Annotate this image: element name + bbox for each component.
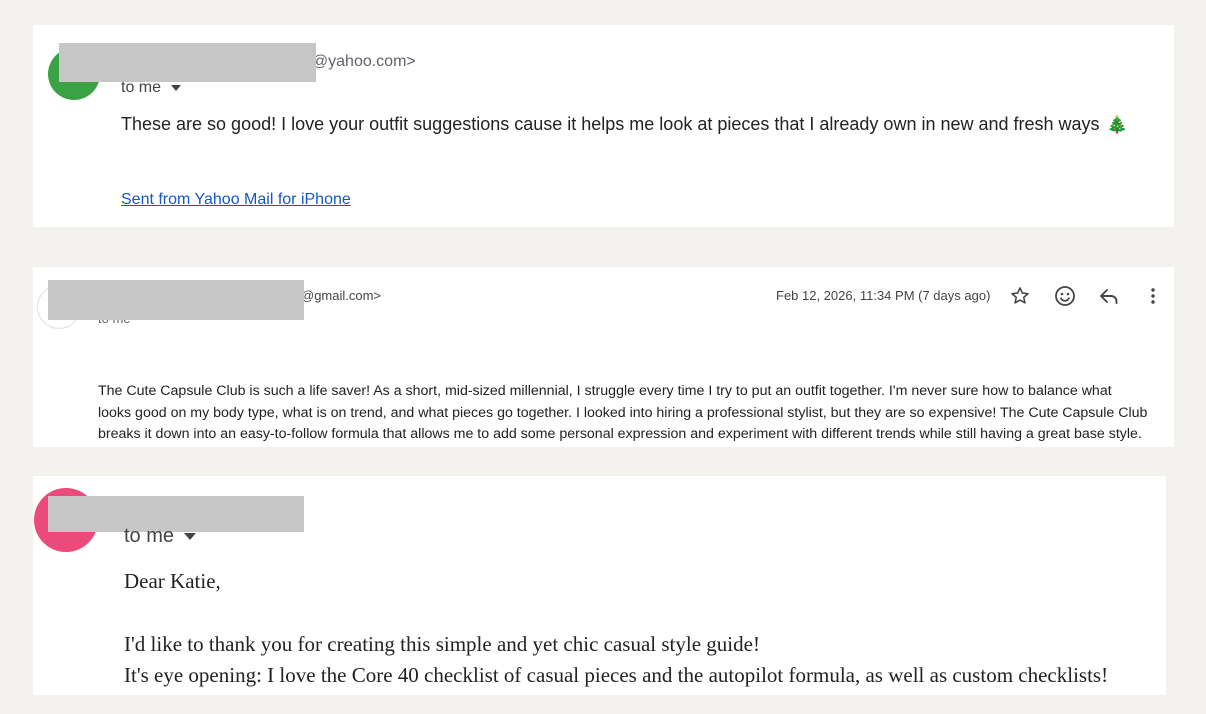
christmas-tree-icon: 🎄	[1106, 115, 1128, 134]
redacted-sender-name	[59, 43, 316, 82]
email-body-line: I'd like to thank you for creating this …	[124, 632, 760, 656]
recipient-dropdown[interactable]: to me	[124, 525, 197, 548]
more-options-button[interactable]	[1141, 282, 1165, 310]
chevron-down-icon	[184, 533, 197, 541]
reply-button[interactable]	[1095, 282, 1123, 310]
email-body-text: These are so good! I love your outfit su…	[121, 114, 1100, 134]
email-body-line: It's eye opening: I love the Core 40 che…	[124, 663, 1109, 687]
recipient-dropdown[interactable]: to me	[121, 79, 182, 97]
star-button[interactable]	[1007, 283, 1033, 309]
email-body: I'd like to thank you for creating this …	[124, 629, 1108, 691]
emoji-icon	[1055, 286, 1075, 306]
reply-icon	[1100, 289, 1118, 304]
email-card-1: M 3@yahoo.com> to me These are so good! …	[33, 25, 1174, 227]
redacted-sender-name	[48, 280, 304, 320]
email-card-2: @gmail.com> to me Feb 12, 2026, 11:34 PM…	[33, 267, 1174, 447]
sender-email: 3@yahoo.com>	[303, 53, 416, 70]
star-icon	[1011, 287, 1029, 304]
email-card-3: D to me Dear Katie, I'd like to thank yo…	[33, 476, 1166, 695]
email-body-line: looks good on my body type, what is on t…	[98, 404, 1148, 421]
recipient-label: to me	[121, 79, 162, 96]
email-greeting: Dear Katie,	[124, 569, 221, 593]
signature-link[interactable]: Sent from Yahoo Mail for iPhone	[121, 191, 351, 209]
add-reaction-button[interactable]	[1051, 282, 1079, 310]
recipient-label: to me	[124, 525, 175, 547]
sender-email: @gmail.com>	[301, 288, 382, 303]
email-body-line: The Cute Capsule Club is such a life sav…	[98, 383, 1112, 399]
more-vert-icon	[1151, 288, 1155, 304]
chevron-down-icon	[171, 84, 182, 91]
email-body: The Cute Capsule Club is such a life sav…	[98, 381, 1147, 446]
email-body-line: breaks it down into an easy-to-follow fo…	[98, 426, 1142, 442]
email-timestamp: Feb 12, 2026, 11:34 PM (7 days ago)	[776, 288, 991, 303]
email-body: These are so good! I love your outfit su…	[121, 114, 1128, 135]
